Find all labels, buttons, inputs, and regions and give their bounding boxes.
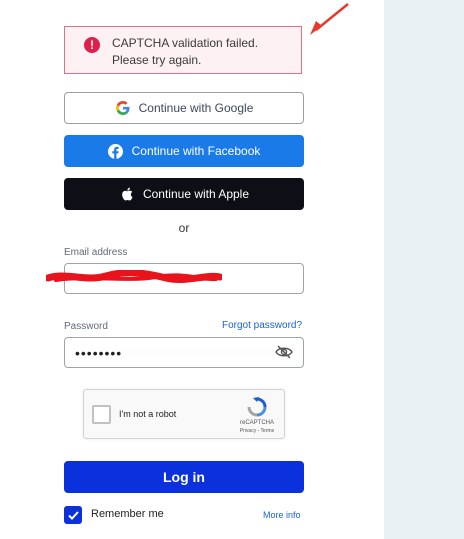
redaction-scribble — [46, 270, 222, 284]
continue-with-google-button[interactable]: Continue with Google — [64, 92, 304, 124]
recaptcha-widget: I'm not a robot reCAPTCHA Privacy - Term… — [83, 389, 285, 439]
password-field[interactable]: •••••••• — [64, 337, 304, 368]
continue-with-apple-button[interactable]: Continue with Apple — [64, 178, 304, 210]
forgot-password-link[interactable]: Forgot password? — [222, 320, 302, 331]
password-value: •••••••• — [75, 345, 123, 361]
more-info-link[interactable]: More info — [263, 510, 301, 520]
alert-icon: ! — [84, 37, 100, 53]
facebook-icon — [108, 143, 124, 159]
remember-me-checkbox[interactable] — [64, 506, 82, 524]
google-icon — [115, 100, 131, 116]
apple-button-label: Continue with Apple — [142, 187, 250, 201]
recaptcha-brand: reCAPTCHA — [239, 420, 274, 426]
side-panel — [384, 0, 464, 539]
facebook-button-label: Continue with Facebook — [131, 144, 261, 158]
log-in-button[interactable]: Log in — [64, 461, 304, 493]
google-button-label: Continue with Google — [138, 101, 254, 115]
recaptcha-label: I'm not a robot — [119, 409, 177, 419]
eye-slash-icon[interactable] — [275, 345, 293, 359]
password-label: Password — [64, 321, 108, 332]
continue-with-facebook-button[interactable]: Continue with Facebook — [64, 135, 304, 167]
annotation-arrow — [310, 3, 349, 35]
error-alert: ! CAPTCHA validation failed. Please try … — [64, 26, 302, 74]
or-divider: or — [178, 221, 190, 235]
log-in-button-label: Log in — [163, 469, 205, 485]
apple-icon — [119, 186, 135, 202]
recaptcha-links[interactable]: Privacy - Terms — [229, 428, 285, 434]
recaptcha-checkbox[interactable] — [92, 405, 111, 424]
recaptcha-icon — [247, 397, 267, 417]
email-label: Email address — [64, 247, 128, 258]
checkmark-icon — [67, 510, 79, 520]
alert-message: CAPTCHA validation failed. Please try ag… — [112, 36, 259, 67]
remember-me-label: Remember me — [91, 508, 164, 520]
